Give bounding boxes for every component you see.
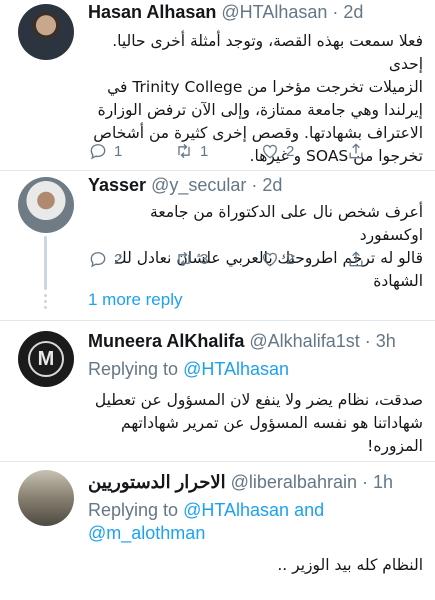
- more-replies-link[interactable]: 1 more reply: [88, 290, 182, 310]
- author-name[interactable]: الاحرار الدستوريين: [88, 472, 226, 492]
- like-count: 2: [286, 250, 295, 268]
- tweet-header: Hasan Alhasan @HTAlhasan · 2d: [88, 2, 425, 23]
- mention-link[interactable]: @HTAlhasan: [183, 359, 289, 379]
- like-button[interactable]: 2: [260, 249, 294, 269]
- reply-count: 2: [114, 250, 123, 268]
- replying-label: Replying to: [88, 359, 179, 379]
- avatar[interactable]: [18, 4, 74, 60]
- text-line: فعلا سمعت بهذه القصة، وتوجد أمثلة أخرى ح…: [112, 32, 423, 73]
- replying-to: Replying to @HTAlhasan: [88, 359, 289, 380]
- reply-button[interactable]: 2: [88, 249, 122, 269]
- share-button[interactable]: [346, 141, 366, 161]
- mention-link[interactable]: @HTAlhasan: [183, 500, 289, 520]
- tweet-time[interactable]: · 3h: [365, 331, 396, 351]
- avatar[interactable]: [18, 470, 74, 526]
- retweet-count: 3: [200, 250, 209, 268]
- retweet-count: 1: [200, 142, 209, 160]
- tweet-time[interactable]: · 2d: [251, 175, 282, 195]
- tweet-time[interactable]: · 2d: [332, 2, 363, 22]
- thread-connector: [44, 236, 47, 290]
- share-icon: [349, 143, 363, 159]
- reply-button[interactable]: 1: [88, 141, 122, 161]
- author-name[interactable]: Muneera AlKhalifa: [88, 331, 244, 351]
- author-handle[interactable]: @liberalbahrain: [231, 472, 357, 492]
- reply-count: 1: [114, 142, 123, 160]
- reply-icon: [90, 252, 106, 268]
- tweet-actions: 1 1 2: [88, 141, 408, 165]
- logo-icon: M: [28, 341, 64, 377]
- like-count: 2: [286, 142, 295, 160]
- tweet-header: Yasser @y_secular · 2d: [88, 175, 425, 196]
- retweet-icon: [178, 251, 190, 267]
- share-button[interactable]: [346, 249, 366, 269]
- author-handle[interactable]: @y_secular: [151, 175, 246, 195]
- replying-to-second: @m_alothman: [88, 523, 205, 544]
- author-handle[interactable]: @Alkhalifa1st: [249, 331, 359, 351]
- like-button[interactable]: 2: [260, 141, 294, 161]
- tweet-header: الاحرار الدستوريين @liberalbahrain · 1h: [88, 472, 425, 493]
- tweet-text: أعرف شخص نال على الدكتوراة من جامعة اوكس…: [88, 201, 423, 293]
- heart-icon: [263, 144, 277, 159]
- tweet-liberalbahrain[interactable]: الاحرار الدستوريين @liberalbahrain · 1h …: [0, 462, 435, 600]
- text-line: أعرف شخص نال على الدكتوراة من جامعة اوكس…: [150, 203, 423, 244]
- text-line: النظام كله بيد الوزير ..: [277, 556, 423, 574]
- text-line: صدقت، نظام يضر ولا ينفع لان المسؤول عن ت…: [94, 391, 423, 409]
- tweet-actions: 2 3 2: [88, 249, 408, 273]
- share-icon: [349, 251, 363, 267]
- text-line: إيرلندا وهي جامعة ممتازة، وإلى الآن ترفض…: [97, 101, 423, 119]
- replying-to: Replying to @HTAlhasan and: [88, 500, 324, 521]
- text-line: الزميلات تخرجت مؤخرا من Trinity College …: [107, 78, 423, 96]
- retweet-button[interactable]: 3: [174, 249, 208, 269]
- mention-link[interactable]: @m_alothman: [88, 523, 205, 543]
- retweet-icon: [178, 143, 190, 159]
- author-name[interactable]: Hasan Alhasan: [88, 2, 216, 22]
- avatar[interactable]: [18, 177, 74, 233]
- author-name[interactable]: Yasser: [88, 175, 146, 195]
- retweet-button[interactable]: 1: [174, 141, 208, 161]
- heart-icon: [263, 252, 277, 267]
- tweet-header: Muneera AlKhalifa @Alkhalifa1st · 3h: [88, 331, 425, 352]
- tweet-text: النظام كله بيد الوزير ..: [88, 554, 423, 577]
- tweet-hasan[interactable]: Hasan Alhasan @HTAlhasan · 2d فعلا سمعت …: [0, 0, 435, 170]
- avatar[interactable]: M: [18, 331, 74, 387]
- tweet-muneera[interactable]: M Muneera AlKhalifa @Alkhalifa1st · 3h R…: [0, 321, 435, 461]
- text-line: شهاداتنا هو نفسه المسؤول عن تمرير شهادات…: [121, 414, 423, 455]
- author-handle[interactable]: @HTAlhasan: [221, 2, 327, 22]
- reply-icon: [90, 144, 106, 160]
- replying-label: Replying to: [88, 500, 179, 520]
- replying-and: and: [294, 500, 325, 520]
- tweet-time[interactable]: · 1h: [362, 472, 393, 492]
- tweet-yasser[interactable]: Yasser @y_secular · 2d أعرف شخص نال على …: [0, 171, 435, 290]
- tweet-text: صدقت، نظام يضر ولا ينفع لان المسؤول عن ت…: [88, 389, 423, 458]
